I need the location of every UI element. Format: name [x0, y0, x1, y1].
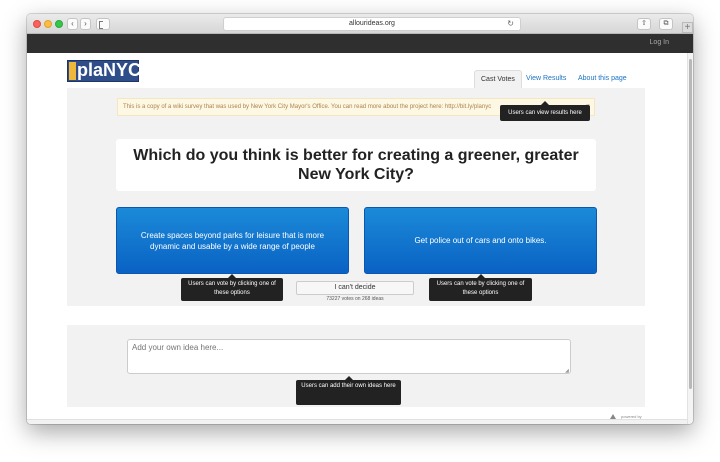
share-icon[interactable]: ⇧ [637, 18, 651, 30]
page-scrollbar[interactable] [687, 53, 693, 424]
sidebar-toggle-icon[interactable] [96, 18, 110, 30]
login-link[interactable]: Log In [650, 39, 669, 46]
minimize-window-icon[interactable] [44, 20, 52, 28]
logo-text: plaNYC [77, 60, 142, 80]
choice-right-label: Get police out of cars and onto bikes. [414, 236, 547, 245]
powered-by-label: powered by [621, 414, 642, 419]
question-title: Which do you think is better for creatin… [116, 139, 596, 191]
planyc-logo: plaNYC [67, 60, 142, 82]
tooltip-view-results: Users can view results here [500, 101, 590, 121]
maximize-window-icon[interactable] [55, 20, 63, 28]
tab-about-page[interactable]: About this page [572, 70, 633, 88]
close-window-icon[interactable] [33, 20, 41, 28]
tooltip-vote-left: Users can vote by clicking one of these … [181, 274, 283, 301]
browser-titlebar: ‹ › allourideas.org ↻ ⇧ ⧉ [27, 14, 693, 34]
page-content: plaNYC Cast Votes View Results About thi… [27, 53, 687, 424]
choice-left-label: Create spaces beyond parks for leisure t… [140, 230, 325, 251]
browser-window: ‹ › allourideas.org ↻ ⇧ ⧉ Log In plaNYC … [27, 14, 693, 424]
tab-view-results[interactable]: View Results [520, 70, 572, 88]
reload-icon[interactable]: ↻ [507, 18, 514, 30]
votes-count: 73227 votes on 268 ideas [326, 296, 384, 302]
choice-right-button[interactable]: Get police out of cars and onto bikes. [364, 207, 597, 274]
back-arrow-icon[interactable]: ‹ [67, 18, 78, 30]
footer-strip [27, 419, 687, 424]
tab-cast-votes[interactable]: Cast Votes [474, 70, 522, 88]
address-url: allourideas.org [349, 20, 395, 27]
forward-arrow-icon[interactable]: › [80, 18, 91, 30]
tooltip-vote-right: Users can vote by clicking one of these … [429, 274, 532, 301]
new-tab-icon[interactable]: + [682, 22, 693, 33]
cant-decide-button[interactable]: I can't decide [296, 281, 414, 295]
tooltip-add-idea: Users can add their own ideas here [296, 376, 401, 405]
tab-overview-icon[interactable]: ⧉ [659, 18, 673, 30]
choice-left-button[interactable]: Create spaces beyond parks for leisure t… [116, 207, 349, 274]
address-bar[interactable]: allourideas.org ↻ [223, 17, 521, 31]
scrollbar-thumb[interactable] [689, 59, 692, 389]
logo-accent-bar [69, 62, 76, 80]
site-topbar: Log In [27, 34, 693, 53]
info-banner-text: This is a copy of a wiki survey that was… [123, 104, 492, 110]
add-idea-input[interactable] [127, 339, 571, 374]
resize-grip-icon[interactable]: ◢ [565, 368, 569, 374]
powered-by-icon [610, 414, 616, 419]
